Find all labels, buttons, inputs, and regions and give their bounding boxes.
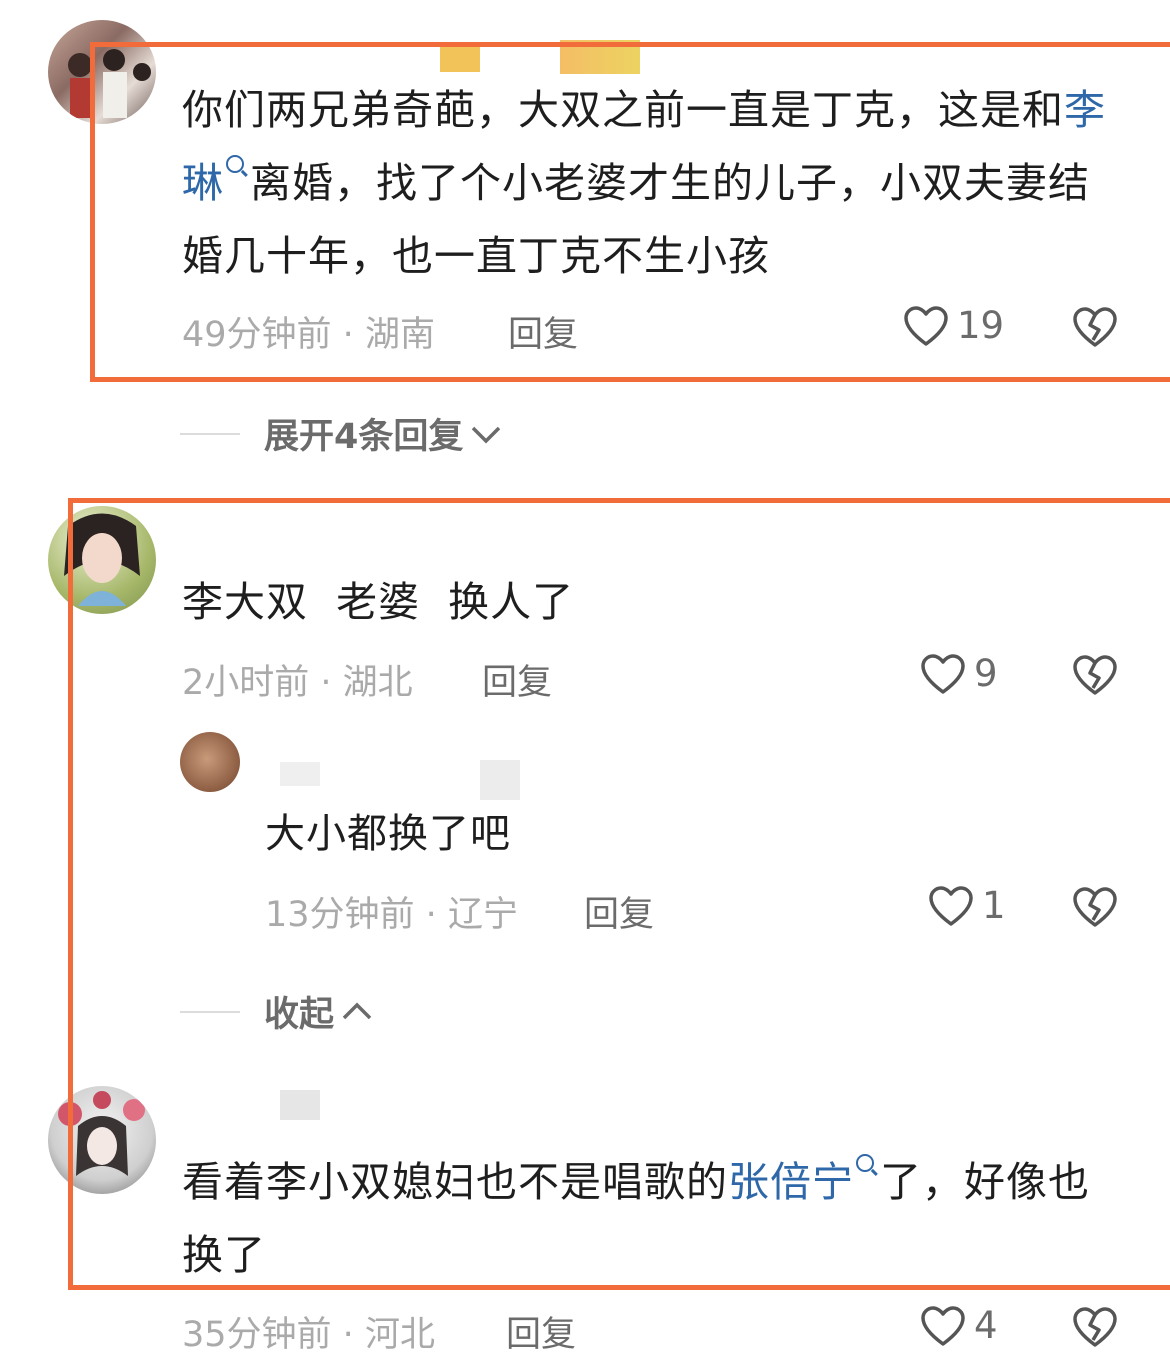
heart-icon <box>921 653 965 694</box>
dislike-button[interactable] <box>1072 306 1118 352</box>
censored-area <box>280 762 320 786</box>
divider <box>180 432 240 435</box>
reply-text: 大小都换了吧 <box>265 811 511 857</box>
search-icon <box>226 155 244 173</box>
avatar[interactable] <box>48 20 156 124</box>
heart-icon <box>904 305 948 346</box>
broken-heart-icon <box>1073 307 1117 347</box>
comment-text: 李大双 老婆 换人了 <box>182 578 575 626</box>
reply-button[interactable]: 回复 <box>482 654 552 705</box>
heart-icon <box>921 1305 965 1346</box>
like-button[interactable]: 1 <box>928 884 1006 927</box>
heart-icon <box>929 885 973 926</box>
like-count: 4 <box>974 1304 998 1347</box>
comment-text: 看着李小双媳妇也不是唱歌的张倍宁 了，好像也换了 <box>182 1146 1112 1292</box>
reply-meta: 13分钟前 · 辽宁 <box>265 895 518 935</box>
expand-label: 展开4条回复 <box>264 417 464 457</box>
broken-heart-icon <box>1073 655 1117 695</box>
dislike-button[interactable] <box>1072 654 1118 700</box>
like-count: 19 <box>957 304 1005 347</box>
search-link[interactable]: 张倍宁 <box>728 1158 854 1206</box>
censored-area <box>440 42 480 72</box>
expand-replies-button[interactable]: 展开4条回复 <box>180 408 503 459</box>
like-button[interactable]: 4 <box>920 1304 998 1347</box>
divider <box>180 1010 240 1013</box>
comment-meta: 35分钟前 · 河北 <box>182 1315 435 1355</box>
avatar[interactable] <box>48 1086 156 1194</box>
chevron-up-icon <box>342 1002 372 1019</box>
censored-area <box>560 40 640 74</box>
like-count: 1 <box>982 884 1006 927</box>
dislike-button[interactable] <box>1072 1306 1118 1352</box>
comment-meta: 49分钟前 · 湖南 <box>182 315 435 355</box>
collapse-replies-button[interactable]: 收起 <box>180 986 374 1037</box>
comment-meta: 2小时前 · 湖北 <box>182 663 413 703</box>
censored-area <box>480 760 520 800</box>
broken-heart-icon <box>1073 887 1117 927</box>
comment-text: 你们两兄弟奇葩，大双之前一直是丁克，这是和李琳 离婚，找了个小老婆才生的儿子，小双… <box>182 86 1106 280</box>
reply-button[interactable]: 回复 <box>584 886 654 937</box>
reply-button[interactable]: 回复 <box>506 1306 576 1357</box>
search-icon <box>856 1154 874 1172</box>
chevron-down-icon <box>472 426 501 443</box>
like-button[interactable]: 9 <box>920 652 998 695</box>
broken-heart-icon <box>1073 1307 1117 1347</box>
avatar[interactable] <box>180 732 240 792</box>
like-button[interactable]: 19 <box>903 304 1004 347</box>
reply-button[interactable]: 回复 <box>508 306 578 357</box>
dislike-button[interactable] <box>1072 886 1118 932</box>
censored-area <box>280 1090 320 1120</box>
avatar[interactable] <box>48 506 156 614</box>
like-count: 9 <box>974 652 998 695</box>
collapse-label: 收起 <box>264 995 335 1035</box>
